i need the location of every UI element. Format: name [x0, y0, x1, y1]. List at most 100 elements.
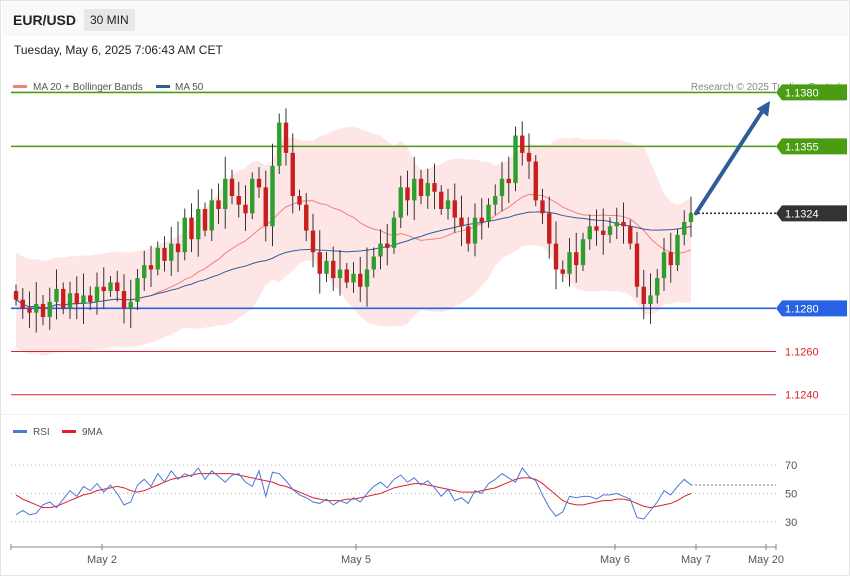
candle-body: [621, 221, 626, 227]
candle-body: [513, 135, 518, 184]
panel-divider: [1, 414, 848, 415]
legend-rsi-swatch: [13, 430, 27, 433]
candle-body: [479, 217, 484, 222]
candle-body: [594, 226, 599, 231]
candle-body: [54, 288, 59, 302]
projection-arrow-shaft: [694, 105, 767, 216]
level-label-1.1260: 1.1260: [785, 347, 819, 359]
rsi-tick-50: 50: [785, 489, 797, 501]
candle-body: [358, 273, 363, 287]
legend-ma50-label: MA 50: [175, 82, 204, 93]
candle-body: [88, 295, 93, 302]
x-tick-label: May 2: [87, 554, 117, 566]
candle-body: [412, 178, 417, 201]
candle-body: [601, 230, 606, 235]
candle-body: [337, 269, 343, 279]
candle-body: [202, 209, 208, 231]
legend-9ma-label: 9MA: [82, 427, 103, 438]
candle-body: [128, 301, 133, 309]
candle-body: [20, 299, 25, 309]
candle-body: [547, 213, 552, 244]
candle-body: [277, 122, 282, 166]
candle-body: [634, 243, 640, 287]
candle-body: [493, 196, 498, 205]
candle-body: [155, 247, 160, 270]
candle-body: [688, 213, 694, 222]
legend-ma20-swatch: [13, 85, 27, 88]
candle-body: [169, 243, 174, 261]
candle-body: [162, 247, 167, 261]
candle-body: [135, 278, 140, 302]
candle-body: [229, 178, 235, 197]
candle-body: [553, 243, 559, 270]
rsi-tick-30: 30: [785, 517, 797, 529]
candle-body: [47, 301, 52, 317]
candle-body: [236, 196, 241, 205]
rsi-line: [15, 467, 692, 520]
candle-body: [668, 252, 673, 266]
candle-body: [344, 269, 349, 283]
candle-body: [614, 221, 619, 227]
x-tick-label: May 20: [748, 554, 784, 566]
candle-body: [405, 187, 410, 201]
candle-body: [682, 221, 687, 235]
candle-body: [378, 243, 383, 257]
candle: [250, 172, 255, 220]
legend-rsi-label: RSI: [33, 427, 50, 438]
candle: [277, 113, 282, 174]
candle-body: [533, 161, 538, 201]
candle-body: [607, 226, 613, 235]
price-chart: MA 20 + Bollinger Bands MA 50 Research ©…: [1, 82, 848, 566]
x-tick-label: May 6: [600, 554, 630, 566]
candle-body: [243, 204, 248, 214]
candle-body: [432, 183, 437, 192]
candle-body: [304, 204, 309, 231]
legend-9ma-swatch: [62, 430, 76, 433]
x-tick-label: May 5: [341, 554, 371, 566]
candle-body: [398, 187, 403, 218]
candle-body: [526, 152, 532, 162]
candle-body: [121, 291, 127, 309]
candle-body: [256, 178, 262, 188]
candle-body: [74, 293, 79, 305]
candle-body: [324, 260, 329, 274]
candle-body: [459, 217, 464, 227]
candle-body: [445, 200, 451, 210]
candle-body: [425, 183, 430, 197]
candle-body: [439, 191, 444, 210]
candle-body: [142, 265, 147, 279]
candle-body: [94, 286, 100, 302]
candle-body: [196, 209, 201, 240]
level-label-1.1324: 1.1324: [785, 208, 819, 220]
candle-body: [216, 200, 221, 210]
candle-body: [472, 217, 478, 244]
candle-body: [61, 288, 66, 309]
candle-body: [574, 252, 579, 266]
candle-body: [351, 273, 356, 283]
legend-ma50-swatch: [156, 85, 170, 88]
candle-body: [101, 286, 106, 292]
candle-body: [466, 226, 471, 244]
candle-body: [40, 304, 46, 317]
candle-body: [27, 308, 32, 313]
candle-body: [391, 217, 397, 248]
level-label-1.1240: 1.1240: [785, 390, 819, 402]
candle-body: [270, 165, 275, 227]
candle-body: [297, 196, 302, 205]
candle-body: [540, 200, 545, 214]
candle-body: [67, 293, 73, 309]
candle-body: [34, 304, 39, 313]
legend-ma20-label: MA 20 + Bollinger Bands: [33, 82, 143, 93]
level-label-1.1380: 1.1380: [785, 87, 819, 99]
level-label-1.1355: 1.1355: [785, 141, 819, 153]
candle-body: [520, 135, 525, 153]
candle-body: [283, 122, 289, 153]
candle-body: [580, 239, 586, 266]
candle-body: [675, 234, 680, 266]
candle-body: [175, 243, 181, 253]
candle-body: [189, 217, 194, 240]
candle-body: [587, 226, 592, 240]
x-tick-label: May 7: [681, 554, 711, 566]
candle-body: [290, 152, 295, 197]
candle-body: [567, 252, 572, 274]
